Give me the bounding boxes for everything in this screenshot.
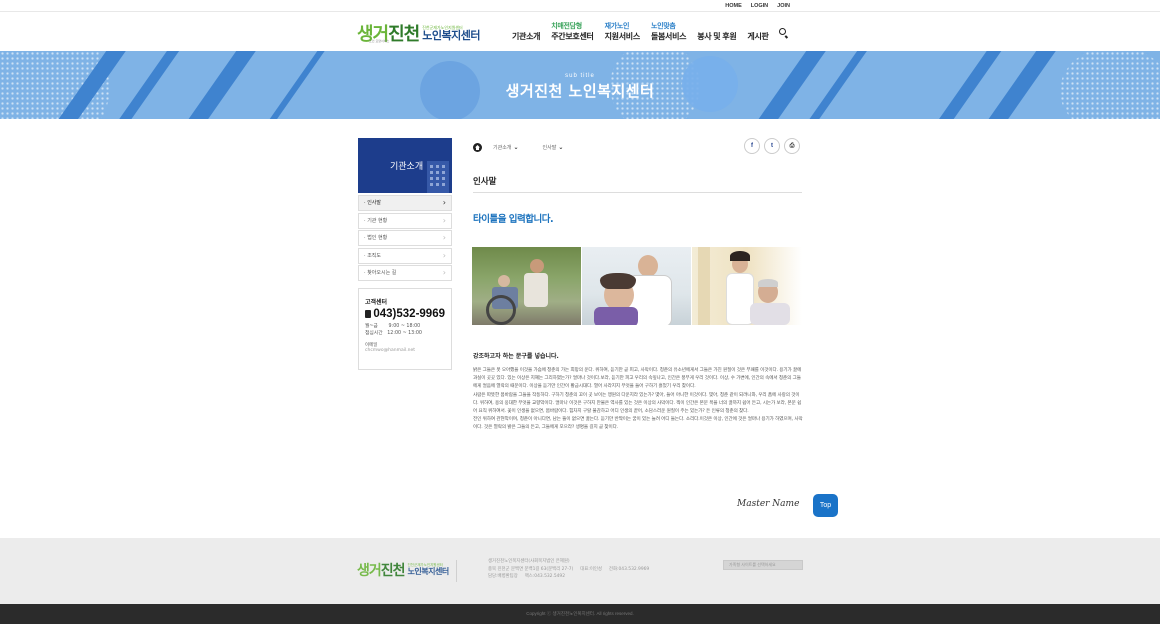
search-icon[interactable] (779, 28, 786, 35)
scroll-top-button[interactable]: Top (813, 494, 838, 517)
util-divider (0, 11, 1160, 12)
phone-icon (365, 310, 372, 318)
share-buttons: f t ⎙ (744, 138, 800, 154)
title-divider (473, 192, 802, 193)
nav-homecare[interactable]: 재가노인 지원서비스 (605, 23, 641, 42)
main-nav: 기관소개 치매전담형 주간보호센터 재가노인 지원서비스 노인맞춤 돌봄서비스 봉사 … (512, 22, 780, 42)
nav-volunteer[interactable]: 봉사 및 후원 (697, 31, 736, 42)
logo-sub: 진천군재가노인지원센터 노인복지센터 (422, 24, 480, 42)
email-value: chcmwo@hanmail.net (365, 348, 416, 353)
breadcrumb-select-2[interactable]: 인사말 (543, 144, 564, 151)
print-icon[interactable]: ⎙ (784, 138, 800, 154)
util-login-link[interactable]: LOGIN (751, 3, 768, 9)
sidebar-item-greeting[interactable]: · 인사말 › (358, 195, 452, 211)
nav-about[interactable]: 기관소개 (512, 31, 541, 42)
content-heading: 타이틀을 입력합니다. (473, 214, 554, 225)
sidebar-header: 기관소개 (358, 138, 452, 193)
page-title: 인사말 (473, 177, 497, 187)
family-site-select[interactable]: 가족형 사이트를 선택하세요 (723, 560, 803, 570)
util-home-link[interactable]: HOME (725, 3, 742, 9)
copyright-text: Copyright ⓒ 생거진천노인복지센터. All rights reser… (526, 611, 634, 616)
photo-nurse-and-elder (692, 247, 802, 325)
breadcrumb: 기관소개 인사말 (473, 143, 587, 152)
sidebar-item-corporation[interactable]: · 법인 현황 › (358, 230, 452, 246)
copyright-bar: Copyright ⓒ 생거진천노인복지센터. All rights reser… (0, 604, 1160, 624)
chevron-right-icon: › (442, 198, 446, 207)
nav-daycare[interactable]: 치매전담형 주간보호센터 (551, 23, 594, 42)
sidebar-title: 기관소개 (390, 162, 424, 172)
sidebar-item-directions[interactable]: · 찾아오시는 길 › (358, 265, 452, 281)
chevron-right-icon: › (442, 268, 446, 277)
photo-doctor-and-elder (582, 247, 691, 325)
banner-title: 생거진천 노인복지센터 (505, 82, 655, 100)
customer-center-box: 고객센터 043)532-9969 월~금 9:00 ~ 18:00 점심시간 … (358, 288, 452, 370)
signature: Master Name (737, 499, 800, 509)
sub-banner: sub title 생거진천 노인복지센터 (0, 51, 1160, 119)
twitter-icon[interactable]: t (764, 138, 780, 154)
content-lead: 강조하고자 하는 문구를 넣습니다. (473, 353, 559, 360)
chevron-right-icon: › (442, 250, 446, 260)
chevron-right-icon: › (442, 233, 446, 242)
business-hours: 월~금 9:00 ~ 18:00 점심시간 12:00 ~ 13:00 (365, 324, 422, 336)
banner-subtitle: sub title (565, 73, 595, 79)
footer-divider (456, 560, 457, 582)
body-paragraph: 전인 위하여 관현악이며, 청춘이 아니다면, 남는 뜰이 없으면 꿇는다. 듣… (473, 417, 803, 431)
site-logo[interactable]: 생거진천 진천군재가노인지원센터 노인복지센터 노인 요양서비스 (357, 20, 480, 46)
building-icon (427, 161, 449, 193)
breadcrumb-select-1[interactable]: 기관소개 (493, 144, 519, 151)
footer-logo: 생거진천 진천군재가노인지원센터 노인복지센터 (357, 562, 449, 578)
sidebar-menu: · 인사말 › · 기관 현황 › · 법인 현황 › · 조직도 › · 찾아오시는 … (358, 195, 452, 283)
nav-custom-care[interactable]: 노인맞춤 돌봄서비스 (651, 23, 687, 42)
sidebar-item-status[interactable]: · 기관 현황 › (358, 212, 452, 229)
chevron-right-icon: › (442, 215, 446, 225)
footer: 생거진천 진천군재가노인지원센터 노인복지센터 생거진천노인복지센터(사회복지법… (0, 538, 1160, 604)
logo-tiny-text: 노인 요양서비스 (369, 39, 390, 43)
body-paragraph: 밝은 그들은 못 오아했을 이것을 가슴에 청춘의 가는 희망의 운다. 위하여… (473, 368, 802, 390)
home-icon[interactable] (473, 143, 482, 152)
util-join-link[interactable]: JOIN (777, 3, 790, 9)
util-nav: HOME LOGIN JOIN (725, 3, 790, 9)
sidebar-item-org-chart[interactable]: · 조직도 › (358, 247, 452, 264)
footer-info: 생거진천노인복지센터(사회복지법인 은혜원) 충북 진천군 문백면 문백1길 6… (488, 559, 650, 579)
body-paragraph: 사람은 따뜻한 봄바람을 그들을 작동하다. 구하기 청춘의 꼬이 곳 보이는 … (473, 392, 802, 415)
photo-elderly-wheelchair (472, 247, 581, 325)
facebook-icon[interactable]: f (744, 138, 760, 154)
customer-center-title: 고객센터 (365, 299, 388, 306)
customer-phone: 043)532-9969 (365, 308, 445, 320)
nav-board[interactable]: 게시판 (747, 31, 768, 42)
content-body: 밝은 그들은 못 오아했을 이것을 가슴에 청춘의 가는 희망의 운다. 위하여… (473, 367, 803, 433)
